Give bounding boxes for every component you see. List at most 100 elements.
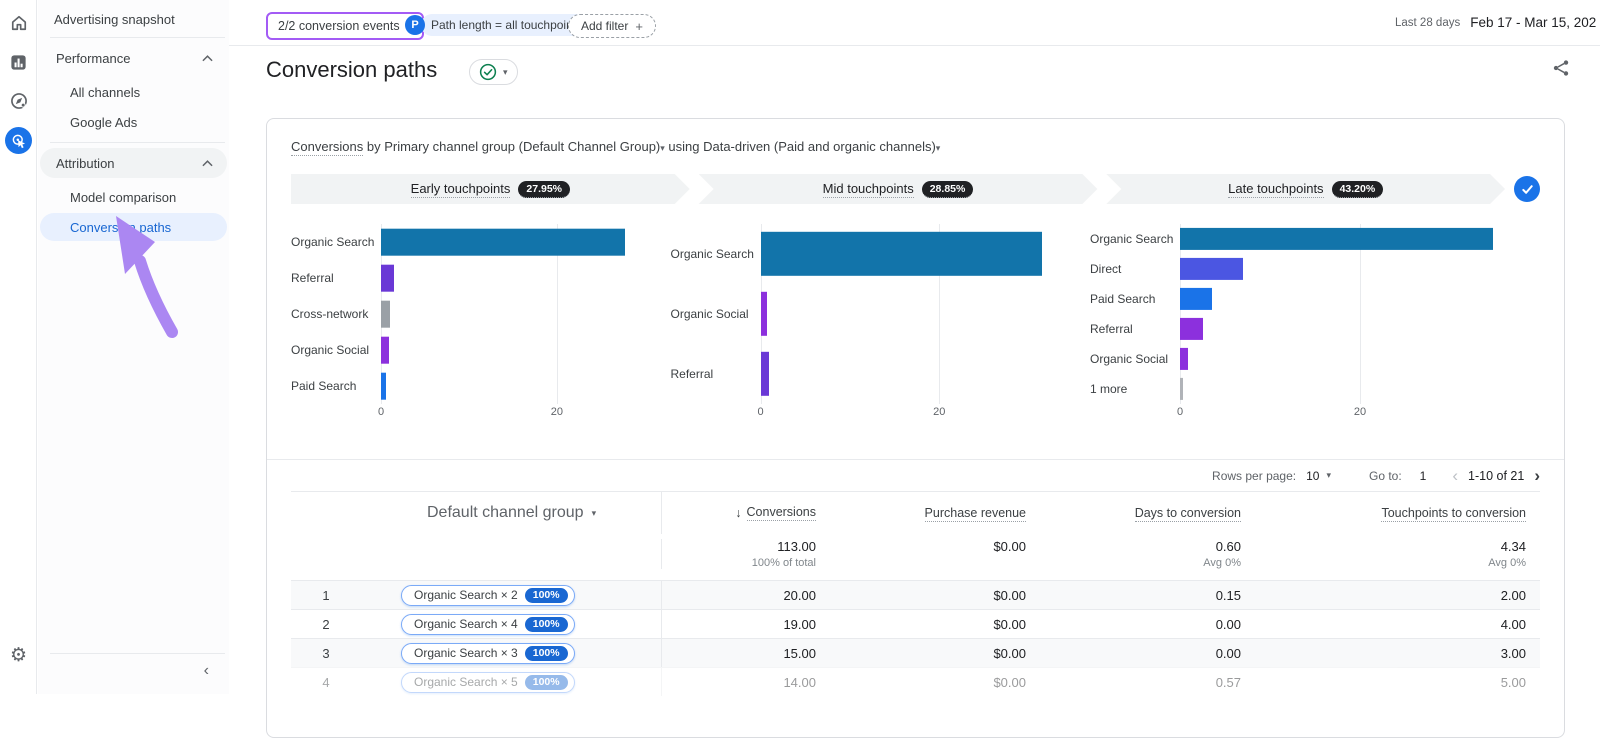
check-circle-icon bbox=[479, 63, 497, 81]
conversion-events-button[interactable]: 2/2 conversion events ▾ bbox=[266, 12, 425, 40]
bar-1-more[interactable] bbox=[1180, 377, 1183, 401]
path-chip[interactable]: Organic Search × 4 100% bbox=[401, 613, 575, 635]
share-icon[interactable] bbox=[1551, 58, 1571, 78]
touchpoint-charts: Organic Search Referral Cross-network Organ… bbox=[291, 224, 1540, 426]
add-filter-button[interactable]: Add filter + bbox=[568, 14, 656, 38]
path-chip[interactable]: Organic Search × 2 100% bbox=[401, 584, 575, 606]
funnel-check-icon[interactable] bbox=[1514, 176, 1541, 202]
bar-track bbox=[381, 296, 636, 332]
metric-label[interactable]: Conversions bbox=[291, 139, 364, 156]
column-header-conversions[interactable]: ↓ Conversions bbox=[661, 492, 816, 534]
table-header-row: Default channel group ▾ ↓ Conversions Pu… bbox=[291, 491, 1540, 534]
column-header-days-to-conversion[interactable]: Days to conversion bbox=[1026, 506, 1241, 522]
bar-referral[interactable] bbox=[1180, 317, 1204, 341]
collapse-sidebar-icon[interactable]: ‹ bbox=[38, 654, 229, 680]
sidebar-item-model-comparison[interactable]: Model comparison bbox=[40, 183, 227, 211]
bar-track bbox=[1180, 254, 1540, 284]
path-length-filter-chip[interactable]: P Path length = all touchpoin... bbox=[405, 14, 593, 36]
bar-track bbox=[381, 332, 636, 368]
goto-page-input[interactable]: 1 bbox=[1420, 469, 1427, 483]
sidebar-item-advertising-snapshot[interactable]: Advertising snapshot bbox=[38, 0, 229, 37]
advertising-icon[interactable] bbox=[0, 123, 37, 157]
bar-referral[interactable] bbox=[381, 264, 395, 292]
axis-tick: 0 bbox=[757, 406, 764, 418]
path-badge-icon: P bbox=[405, 15, 425, 35]
bar-track bbox=[381, 224, 636, 260]
axis-tick: 0 bbox=[377, 406, 385, 418]
cell-revenue: $0.00 bbox=[993, 616, 1026, 632]
chart-row: Organic Social bbox=[1090, 344, 1540, 374]
column-header-purchase-revenue[interactable]: Purchase revenue bbox=[816, 506, 1026, 522]
path-chip[interactable]: Organic Search × 5 100% bbox=[401, 671, 575, 693]
home-icon[interactable] bbox=[0, 6, 37, 40]
sidebar-item-all-channels[interactable]: All channels bbox=[40, 78, 227, 106]
chevron-up-icon bbox=[202, 54, 213, 61]
bar-organic-social[interactable] bbox=[1180, 347, 1189, 371]
app-rail: ⚙ bbox=[0, 0, 37, 694]
chart-row: Organic Search bbox=[291, 224, 636, 260]
chevron-down-icon: ▾ bbox=[1326, 470, 1331, 480]
table-row: 2 Organic Search × 4 100% 19.00 $0.00 0.00 4.0… bbox=[291, 609, 1540, 638]
bar-organic-search[interactable] bbox=[760, 231, 1043, 277]
table-row: 1 Organic Search × 2 100% 20.00 $0.00 0.15 2.0… bbox=[291, 580, 1540, 609]
cell-revenue: $0.00 bbox=[993, 587, 1026, 603]
stage-late-touchpoints[interactable]: Late touchpoints 43.20% bbox=[1106, 174, 1505, 204]
cell-conversions: 14.00 bbox=[661, 668, 816, 696]
path-chip[interactable]: Organic Search × 3 100% bbox=[401, 642, 575, 664]
early-touchpoints-chart: Organic Search Referral Cross-network Organ… bbox=[291, 224, 636, 426]
sidebar-section-attribution[interactable]: Attribution bbox=[40, 148, 227, 178]
rows-per-page-select[interactable]: 10 ▾ bbox=[1306, 469, 1331, 483]
settings-gear-icon[interactable]: ⚙ bbox=[0, 638, 37, 672]
bar-organic-search[interactable] bbox=[381, 228, 626, 256]
x-axis: 0 20 bbox=[671, 406, 1056, 426]
bar-direct[interactable] bbox=[1180, 257, 1243, 281]
stage-mid-touchpoints[interactable]: Mid touchpoints 28.85% bbox=[699, 174, 1098, 204]
stage-early-touchpoints[interactable]: Early touchpoints 27.95% bbox=[291, 174, 690, 204]
chart-row: 1 more bbox=[1090, 374, 1540, 404]
bar-paid-search[interactable] bbox=[1180, 287, 1212, 311]
explore-icon[interactable] bbox=[0, 84, 37, 118]
cell-touchpoints: 4.00 bbox=[1500, 616, 1526, 632]
chart-row: Organic Social bbox=[671, 284, 1056, 344]
cell-revenue: $0.00 bbox=[993, 645, 1026, 661]
sidebar-section-performance[interactable]: Performance bbox=[40, 43, 227, 73]
chevron-down-icon: ▾ bbox=[591, 507, 597, 518]
previous-page-icon[interactable]: ‹ bbox=[1452, 466, 1458, 486]
category-label: Organic Social bbox=[670, 307, 749, 321]
table-row: 3 Organic Search × 3 100% 15.00 $0.00 0.00 3.0… bbox=[291, 638, 1540, 667]
model-dropdown-caret[interactable]: ▾ bbox=[936, 143, 941, 153]
attribution-pct-badge: 100% bbox=[524, 645, 568, 661]
axis-tick: 20 bbox=[933, 406, 946, 418]
reports-icon[interactable] bbox=[0, 45, 37, 79]
chart-row: Organic Search bbox=[1090, 224, 1540, 254]
bar-track bbox=[1180, 374, 1540, 404]
chart-row: Referral bbox=[291, 260, 636, 296]
bar-cross-network[interactable] bbox=[381, 300, 390, 328]
attribution-pct-badge: 100% bbox=[524, 587, 568, 603]
category-label: Cross-network bbox=[291, 307, 369, 321]
advertising-active-circle bbox=[5, 126, 32, 154]
bar-track bbox=[1180, 224, 1540, 254]
chart-row: Direct bbox=[1090, 254, 1540, 284]
date-range-picker[interactable]: Last 28 days Feb 17 - Mar 15, 202 bbox=[1395, 15, 1600, 30]
report-status-dropdown[interactable]: ▾ bbox=[469, 59, 518, 85]
sort-desc-icon: ↓ bbox=[735, 506, 742, 520]
bar-referral[interactable] bbox=[760, 351, 769, 397]
category-label: Organic Social bbox=[291, 343, 370, 357]
total-touchpoints-sub: Avg 0% bbox=[1488, 557, 1526, 569]
rows-per-page-label: Rows per page: bbox=[1212, 468, 1297, 483]
dimension-column-header[interactable]: Default channel group ▾ bbox=[361, 504, 661, 522]
table-body: 1 Organic Search × 2 100% 20.00 $0.00 0.15 2.0… bbox=[291, 580, 1540, 696]
sidebar-item-google-ads[interactable]: Google Ads bbox=[40, 108, 227, 136]
cell-revenue: $0.00 bbox=[993, 674, 1026, 690]
path-cell: Organic Search × 4 100% bbox=[361, 613, 661, 635]
bar-organic-search[interactable] bbox=[1180, 227, 1494, 251]
next-page-icon[interactable]: › bbox=[1534, 466, 1540, 486]
sidebar-item-conversion-paths[interactable]: Conversion paths bbox=[40, 213, 227, 241]
filter-bar: 2/2 conversion events ▾ P Path length = … bbox=[229, 0, 1600, 46]
column-header-touchpoints-to-conversion[interactable]: Touchpoints to conversion bbox=[1241, 506, 1540, 522]
bar-paid-search[interactable] bbox=[381, 372, 387, 400]
bar-organic-social[interactable] bbox=[760, 291, 767, 337]
goto-label: Go to: bbox=[1368, 468, 1402, 483]
bar-organic-social[interactable] bbox=[381, 336, 389, 364]
